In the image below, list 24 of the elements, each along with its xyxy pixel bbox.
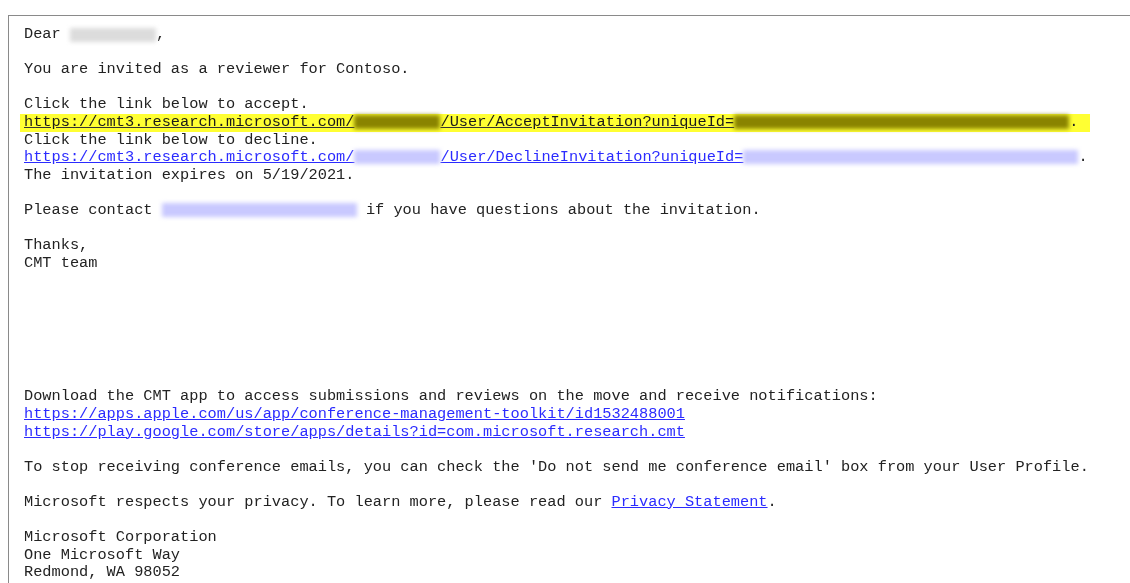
link[interactable]: Privacy Statement [611,493,768,512]
text-line: CMT team [24,254,98,273]
link[interactable]: https://cmt3.research.microsoft.com/ /User/DeclineInvitation?uniqueId= [24,149,1079,167]
link[interactable]: https://apps.apple.com/us/app/conference-management-toolkit/id1532488001 [24,405,685,424]
text: . [767,493,777,512]
text-line: Microsoft Corporation [24,529,217,547]
text-line: Download the CMT app to access submissions and reviews on the move and receive notifications: [24,388,878,406]
text-line: Click the link below to decline. [24,131,318,150]
text: Dear [24,26,62,44]
link[interactable]: https://cmt3.research.microsoft.com/ /User/AcceptInvitation?uniqueId= [24,113,1070,132]
text-line: Redmond, WA 98052 [24,564,181,582]
text-line: You are invited as a reviewer for Contoso. [24,61,410,79]
text: . [1069,113,1079,132]
text-line: One Microsoft Way [24,546,181,565]
text-line: The invitation expires on 5/19/2021. [24,166,355,185]
link[interactable]: https://play.google.com/store/apps/details?id=com.microsoft.research.cmt [24,423,685,442]
text-line: Click the link below to accept. [24,96,309,114]
text: Please contact [24,201,154,220]
text: . [1078,149,1088,167]
text: if you have questions about the invitation. [364,201,761,220]
text-line: Thanks, [24,237,89,255]
text: , [155,26,166,44]
text-line: To stop receiving conference emails, you can check the 'Do not send me conference email' box from your User Profile. [24,458,1089,477]
text: Microsoft respects your privacy. To learn more, please read our [24,493,604,512]
